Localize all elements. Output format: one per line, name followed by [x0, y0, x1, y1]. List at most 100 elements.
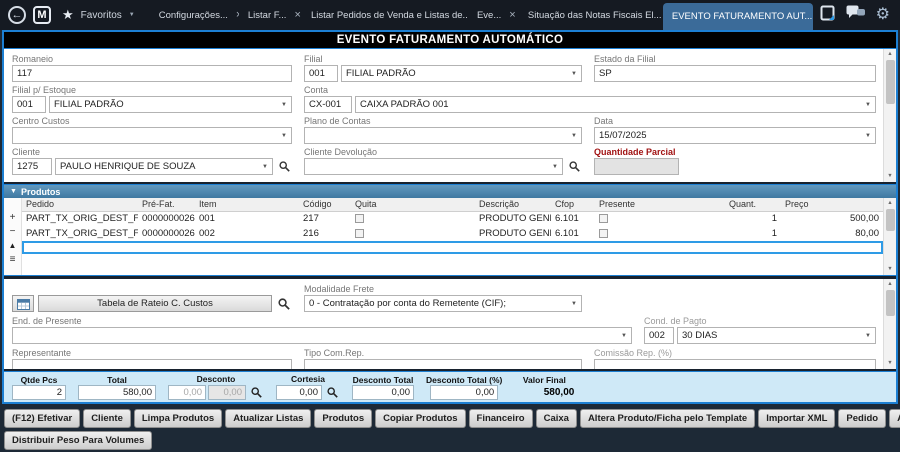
table-row[interactable]: PART_TX_ORIG_DEST_FL 0000000026 002 216 … [22, 226, 883, 241]
clipboard-icon[interactable] [820, 5, 835, 26]
col-presente[interactable]: Presente [595, 198, 725, 211]
tab-evento-faturamento[interactable]: EVENTO FATURAMENTO AUT... × [663, 3, 813, 30]
comissao-rep-input[interactable] [594, 359, 876, 369]
search-icon[interactable] [324, 384, 340, 400]
col-quant[interactable]: Quant. [725, 198, 781, 211]
desconto-pct-input[interactable]: 0,00 [208, 385, 246, 400]
produtos-button[interactable]: Produtos [314, 409, 372, 428]
modalidade-frete-select[interactable]: 0 - Contratação por conta do Remetente (… [304, 295, 582, 312]
search-icon[interactable] [248, 384, 264, 400]
pedido-button[interactable]: Pedido [838, 409, 886, 428]
tab-listar-pedidos[interactable]: Listar Pedidos de Venda e Listas de... × [302, 0, 468, 30]
scroll-thumb[interactable] [886, 290, 895, 316]
back-icon[interactable]: ← [8, 6, 26, 24]
quita-checkbox[interactable] [355, 229, 364, 238]
products-scrollbar[interactable]: ▲ ▼ [883, 198, 896, 275]
filial-estoque-select[interactable]: FILIAL PADRÃO▼ [49, 96, 292, 113]
desconto-valor-input[interactable]: 0,00 [168, 385, 206, 400]
star-icon[interactable]: ★ [62, 7, 74, 23]
limpa-produtos-button[interactable]: Limpa Produtos [134, 409, 222, 428]
distribuir-peso-button[interactable]: Distribuir Peso Para Volumes [4, 431, 152, 450]
scroll-down-icon[interactable]: ▼ [887, 173, 892, 180]
scroll-up-icon[interactable]: ▲ [887, 200, 892, 207]
favorites-menu[interactable]: Favoritos [81, 10, 122, 21]
altera-produto-template-button[interactable]: Altera Produto/Ficha pelo Template [580, 409, 755, 428]
atualizar-listas-button[interactable]: Atualizar Listas [225, 409, 311, 428]
selected-empty-row[interactable] [22, 241, 883, 254]
presente-checkbox[interactable] [599, 229, 608, 238]
financeiro-button[interactable]: Financeiro [469, 409, 533, 428]
close-icon[interactable]: × [294, 10, 300, 21]
col-prefat[interactable]: Pré-Fat. [138, 198, 195, 211]
rateio-ccustos-button[interactable]: Tabela de Rateio C. Custos [38, 295, 272, 312]
remove-row-button[interactable]: − [6, 225, 19, 238]
centro-custos-select[interactable]: ▼ [12, 127, 292, 144]
conta-code-input[interactable]: CX-001 [304, 96, 352, 113]
col-quita[interactable]: Quita [351, 198, 475, 211]
tab-eve[interactable]: Eve... × [468, 0, 519, 30]
cond-pagto-code-input[interactable]: 002 [644, 327, 674, 344]
quita-checkbox[interactable] [355, 214, 364, 223]
scroll-down-icon[interactable]: ▼ [887, 266, 892, 273]
grid-menu-button[interactable]: ≡ [6, 253, 19, 266]
copiar-produtos-button[interactable]: Copiar Produtos [375, 409, 465, 428]
cliente-select[interactable]: PAULO HENRIQUE DE SOUZA▼ [55, 158, 273, 175]
plano-contas-select[interactable]: ▼ [304, 127, 582, 144]
cliente-devolucao-select[interactable]: ▼ [304, 158, 563, 175]
tab-situacao-notas[interactable]: Situação das Notas Fiscais El... × [519, 0, 663, 30]
calendar-icon[interactable] [12, 295, 34, 312]
cliente-button[interactable]: Cliente [83, 409, 131, 428]
close-icon[interactable]: × [509, 10, 515, 21]
importar-xml-button[interactable]: Importar XML [758, 409, 835, 428]
representante-input[interactable] [12, 359, 292, 369]
filial-estoque-code-input[interactable]: 001 [12, 96, 46, 113]
search-icon[interactable] [276, 159, 292, 175]
romaneio-input[interactable]: 117 [12, 65, 292, 82]
col-pedido[interactable]: Pedido [22, 198, 138, 211]
search-icon[interactable] [566, 159, 582, 175]
cortesia-input[interactable]: 0,00 [276, 385, 322, 400]
tab-configuracoes[interactable]: Configurações... × [150, 0, 239, 30]
analise-credito-button[interactable]: Análise de Crédito [889, 409, 900, 428]
app-logo[interactable]: M [33, 6, 51, 24]
desconto-total-pct-input[interactable]: 0,00 [430, 385, 498, 400]
total-input[interactable]: 580,00 [78, 385, 156, 400]
gear-icon[interactable]: ⚙ [876, 7, 890, 23]
scroll-up-icon[interactable]: ▲ [887, 281, 892, 288]
quantidade-parcial-input[interactable] [594, 158, 679, 175]
search-icon[interactable] [276, 296, 292, 312]
products-section-header[interactable]: ▼ Produtos [4, 185, 896, 198]
caixa-button[interactable]: Caixa [536, 409, 577, 428]
col-preco[interactable]: Preço [781, 198, 883, 211]
add-row-button[interactable]: + [6, 211, 19, 224]
move-up-button[interactable]: ▲ [6, 239, 19, 252]
efetivar-button[interactable]: (F12) Efetivar [4, 409, 80, 428]
filial-select[interactable]: FILIAL PADRÃO▼ [341, 65, 582, 82]
desconto-total-input[interactable]: 0,00 [352, 385, 414, 400]
col-codigo[interactable]: Código [299, 198, 351, 211]
field-data: Data 15/07/2025▼ [594, 116, 876, 144]
end-presente-select[interactable]: ▼ [12, 327, 632, 344]
scroll-thumb[interactable] [886, 209, 895, 231]
chat-icon[interactable] [846, 5, 865, 25]
scroll-down-icon[interactable]: ▼ [887, 360, 892, 367]
tab-listar-f[interactable]: Listar F... × [239, 0, 302, 30]
col-descricao[interactable]: Descrição [475, 198, 551, 211]
chevron-down-icon: ▼ [129, 12, 135, 18]
qtde-pcs-input[interactable]: 2 [12, 385, 66, 400]
tipo-com-rep-input[interactable] [304, 359, 582, 369]
filial-code-input[interactable]: 001 [304, 65, 338, 82]
cond-pagto-select[interactable]: 30 DIAS▼ [677, 327, 876, 344]
scroll-up-icon[interactable]: ▲ [887, 51, 892, 58]
conta-select[interactable]: CAIXA PADRÃO 001▼ [355, 96, 876, 113]
presente-checkbox[interactable] [599, 214, 608, 223]
col-item[interactable]: Item [195, 198, 299, 211]
data-select[interactable]: 15/07/2025▼ [594, 127, 876, 144]
scroll-thumb[interactable] [886, 60, 895, 104]
cliente-code-input[interactable]: 1275 [12, 158, 52, 175]
table-row[interactable]: PART_TX_ORIG_DEST_FL 0000000026 001 217 … [22, 211, 883, 226]
freight-scrollbar[interactable]: ▲ ▼ [883, 279, 896, 369]
estado-filial-input[interactable]: SP [594, 65, 876, 82]
col-cfop[interactable]: Cfop [551, 198, 595, 211]
form-scrollbar[interactable]: ▲ ▼ [883, 49, 896, 182]
